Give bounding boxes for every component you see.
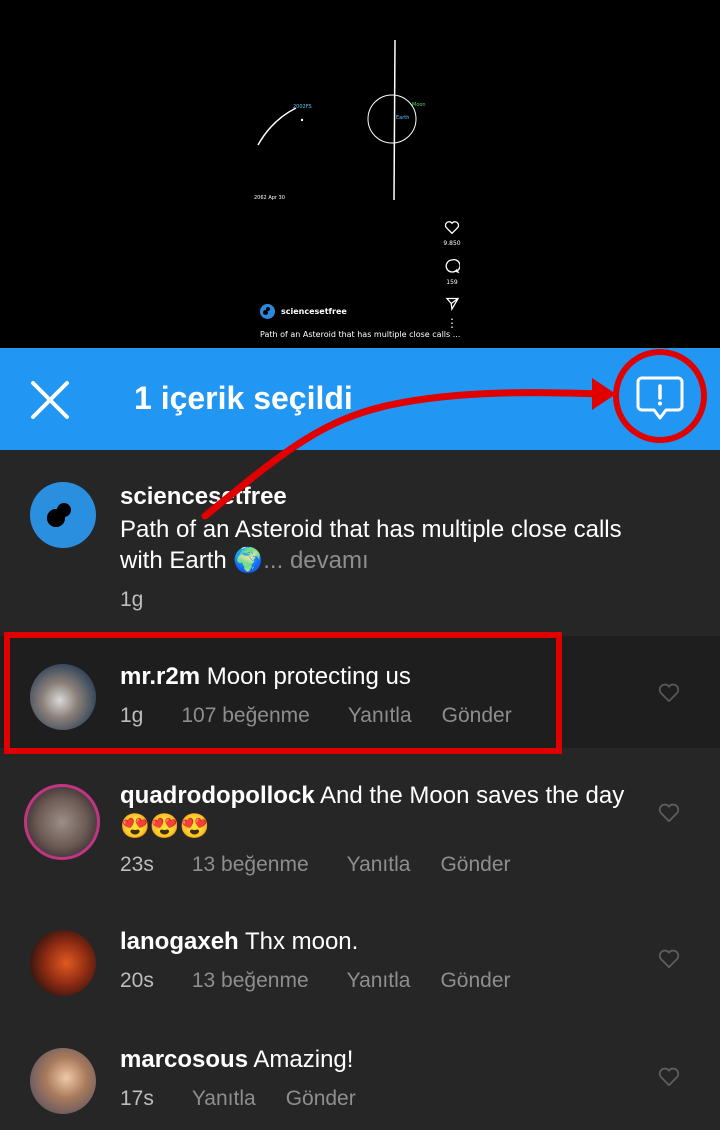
avatar[interactable] [24, 784, 100, 860]
reply-link[interactable]: Yanıtla [347, 969, 411, 993]
video-caption: Path of an Asteroid that has multiple cl… [260, 330, 461, 339]
comment-row[interactable]: marcosous Amazing! 17s Yanıtla Gönder [0, 1022, 720, 1130]
selection-title: 1 içerik seçildi [134, 380, 353, 416]
comment-bubble-icon[interactable] [442, 258, 462, 279]
close-icon[interactable] [28, 378, 72, 422]
comment-meta: 23s 13 beğenme Yanıtla Gönder [120, 853, 511, 877]
caption-row[interactable]: sciencesetfree Path of an Asteroid that … [0, 450, 720, 636]
more-link[interactable]: ... devamı [263, 547, 368, 574]
comments-count: 159 [446, 279, 458, 286]
caption-username[interactable]: sciencesetfree [120, 481, 287, 512]
comment-username[interactable]: lanogaxeh [120, 928, 239, 955]
author-name: sciencesetfree [281, 307, 347, 316]
send-link[interactable]: Gönder [286, 1087, 356, 1111]
likes-link[interactable]: 13 beğenme [192, 969, 309, 993]
annotation-highlight-box [4, 632, 562, 754]
comment-time: 17s [120, 1087, 154, 1110]
likes-count: 9.850 [443, 240, 461, 247]
comment-row[interactable]: quadrodopollock And the Moon saves the d… [0, 756, 720, 896]
caption-time: 1g [120, 588, 144, 611]
earth-label: Earth [396, 115, 410, 121]
date-label: 2062 Apr 30 [254, 195, 285, 201]
report-icon[interactable] [612, 348, 708, 444]
moon-label: Moon [412, 102, 426, 108]
send-link[interactable]: Gönder [440, 853, 510, 877]
selection-toolbar: 1 içerik seçildi [0, 348, 720, 450]
caption-text: Path of an Asteroid that has multiple cl… [120, 516, 622, 574]
avatar[interactable] [30, 930, 96, 996]
heart-icon[interactable] [658, 948, 680, 968]
orbit-animation-frame [257, 39, 417, 201]
comment-meta: 20s 13 beğenme Yanıtla Gönder [120, 969, 511, 993]
avatar[interactable] [30, 482, 96, 548]
heart-icon[interactable] [658, 1066, 680, 1086]
comment-text: marcosous Amazing! [120, 1046, 354, 1073]
likes-link[interactable]: 13 beğenme [192, 853, 309, 877]
avatar[interactable] [30, 1048, 96, 1114]
more-options-icon[interactable]: ⋮ [442, 317, 462, 329]
comment-username[interactable]: marcosous [120, 1046, 248, 1073]
video-author[interactable]: sciencesetfree [260, 304, 347, 319]
reply-link[interactable]: Yanıtla [347, 853, 411, 877]
send-link[interactable]: Gönder [440, 969, 510, 993]
like-heart-icon[interactable] [442, 220, 462, 239]
video-preview[interactable]: 2002FS Moon Earth 2062 Apr 30 9.850 159 … [0, 0, 720, 348]
comment-text: quadrodopollock And the Moon saves the d… [120, 782, 625, 840]
object-label: 2002FS [293, 104, 312, 110]
heart-icon[interactable] [658, 682, 680, 702]
comment-time: 23s [120, 853, 154, 876]
comment-row[interactable]: lanogaxeh Thx moon. 20s 13 beğenme Yanıt… [0, 904, 720, 1020]
author-avatar [260, 304, 275, 319]
reply-link[interactable]: Yanıtla [192, 1087, 256, 1111]
heart-icon[interactable] [658, 802, 680, 822]
comment-meta: 17s Yanıtla Gönder [120, 1087, 356, 1111]
share-send-icon[interactable] [442, 296, 462, 316]
comment-text: lanogaxeh Thx moon. [120, 928, 359, 955]
comment-time: 20s [120, 969, 154, 992]
comment-username[interactable]: quadrodopollock [120, 782, 315, 809]
